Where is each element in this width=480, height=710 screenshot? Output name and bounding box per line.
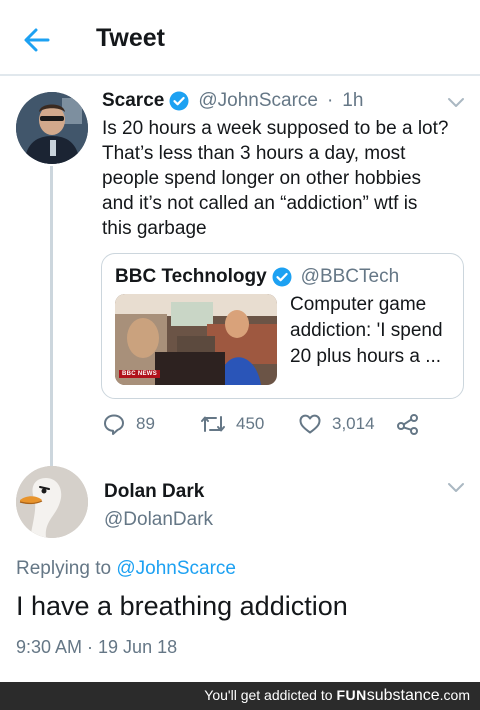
quoted-tweet-text: Computer game addiction: 'I spend 20 plu…: [290, 292, 458, 370]
watermark-text: You'll get addicted to FUNsubstance.com: [204, 687, 470, 705]
avatar-goose-icon: [16, 466, 88, 538]
reply-timestamp: 9:30 AM · 19 Jun 18: [16, 637, 178, 657]
meta-separator: ·: [326, 90, 334, 111]
quoted-text-line: Computer game: [290, 294, 427, 315]
tweet-time: 1h: [342, 90, 364, 111]
back-button[interactable]: [22, 26, 52, 54]
reply-button[interactable]: 89: [102, 412, 155, 436]
verified-badge-icon: [272, 267, 292, 287]
replying-to: Replying to @JohnScarce: [16, 558, 236, 580]
watermark-bar: You'll get addicted to FUNsubstance.com: [0, 682, 480, 710]
arrow-left-icon: [24, 28, 50, 52]
reply-text: I have a breathing addiction: [16, 591, 348, 621]
quoted-thumbnail-image: BBC NEWS: [115, 294, 277, 385]
chevron-down-icon[interactable]: [446, 96, 466, 110]
share-button[interactable]: [396, 412, 420, 436]
reply-author-handle[interactable]: @DolanDark: [104, 509, 213, 531]
watermark-prefix: You'll get addicted to: [204, 687, 333, 703]
like-count: 3,014: [332, 414, 375, 433]
watermark-brand-fun: FUN: [336, 687, 367, 703]
tweet-text-line: That’s less than 3 hours a day, most: [102, 143, 406, 164]
quoted-tweet-card[interactable]: BBC Technology @BBCTech BBC NEWS Compute…: [101, 253, 464, 399]
thumbnail-logo: BBC NEWS: [119, 370, 161, 378]
tweet-text-line: and it’s not called an “addiction” wtf i…: [102, 193, 418, 214]
author-handle[interactable]: @JohnScarce: [198, 90, 318, 112]
tweet-text-line: this garbage: [102, 218, 207, 239]
watermark-brand-substance: substance: [366, 687, 440, 704]
tweet-text-line: people spend longer on other hobbies: [102, 168, 422, 189]
retweet-count: 450: [236, 414, 265, 433]
replying-to-link[interactable]: @JohnScarce: [116, 558, 236, 579]
quoted-text-line: 20 plus hours a ...: [290, 346, 442, 367]
watermark-brand-com: .com: [439, 687, 470, 703]
reply-count: 89: [136, 414, 155, 433]
author-name[interactable]: Scarce: [102, 90, 164, 112]
header-bar: Tweet: [0, 0, 480, 76]
tweet-actions: 89 450 3,014: [100, 412, 440, 440]
replying-prefix: Replying to: [16, 558, 112, 579]
reply-icon: [104, 414, 124, 435]
chevron-down-icon[interactable]: [446, 481, 466, 495]
tweet-text-line: Is 20 hours a week supposed to be a lot?: [102, 118, 449, 139]
heart-icon: [299, 414, 321, 434]
quoted-author-handle: @BBCTech: [300, 266, 400, 287]
tweet-text: Is 20 hours a week supposed to be a lot?…: [102, 116, 452, 241]
thread-connector-line: [50, 166, 53, 466]
avatar-photo-man-icon: [16, 92, 88, 164]
avatar[interactable]: [16, 92, 88, 164]
avatar[interactable]: [16, 466, 88, 538]
tweet-author[interactable]: Scarce @JohnScarce · 1h: [102, 90, 363, 112]
like-button[interactable]: 3,014: [298, 412, 375, 436]
retweet-button[interactable]: 450: [200, 412, 264, 436]
verified-badge-icon: [169, 91, 189, 111]
retweet-icon: [201, 416, 225, 432]
quoted-text-line: addiction: 'I spend: [290, 320, 443, 341]
reply-author-name[interactable]: Dolan Dark: [104, 481, 204, 503]
share-icon: [397, 414, 418, 435]
quoted-author: BBC Technology @BBCTech: [115, 266, 399, 288]
page-title: Tweet: [96, 24, 165, 52]
quoted-author-name: BBC Technology: [115, 266, 267, 287]
